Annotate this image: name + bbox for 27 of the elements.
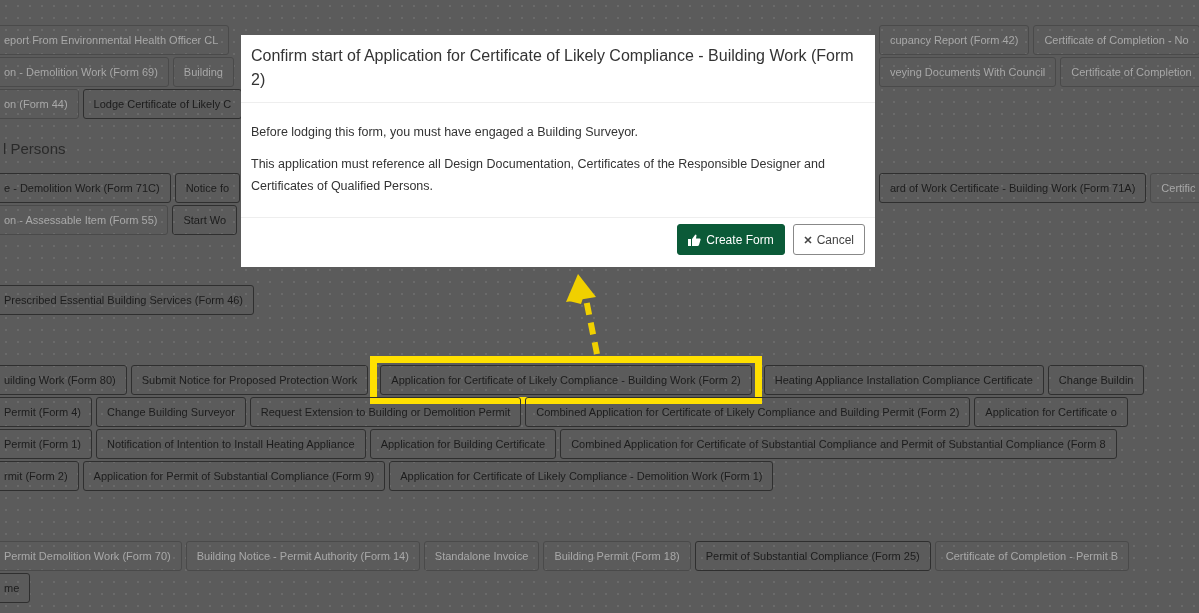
- thumbs-up-icon: [688, 233, 702, 246]
- form-button[interactable]: Permit (Form 1): [0, 429, 92, 459]
- form-button[interactable]: me: [0, 573, 31, 603]
- form-button[interactable]: ard of Work Certificate - Building Work (Form 71A): [879, 173, 1147, 203]
- dialog-text: Before lodging this form, you must have engaged a Building Surveyor.: [251, 124, 640, 141]
- form-button[interactable]: Permit (Form 4): [0, 397, 92, 427]
- form-button[interactable]: Change Buildin: [1047, 365, 1145, 395]
- form-button[interactable]: Start Wo: [172, 205, 238, 235]
- form-button[interactable]: Permit of Substantial Compliance (Form 25): [694, 541, 931, 571]
- form-button[interactable]: rmit (Form 2): [0, 461, 79, 491]
- form-button[interactable]: Submit Notice for Proposed Protection Work: [130, 365, 369, 395]
- form-button[interactable]: Heating Appliance Installation Compliance Certificate: [763, 365, 1044, 395]
- dialog-text: This application must reference all Design Documentation, Certificates of the Responsible Designer and Certificates of Qualified Persons.: [251, 156, 826, 195]
- form-button[interactable]: Change Building Surveyor: [96, 397, 246, 427]
- form-button[interactable]: Prescribed Essential Building Services (Form 46): [0, 285, 255, 315]
- form-button[interactable]: Application for Permit of Substantial Compliance (Form 9): [82, 461, 386, 491]
- form-button[interactable]: uilding Work (Form 80): [0, 365, 127, 395]
- form-button[interactable]: Notice fo: [174, 173, 241, 203]
- form-button[interactable]: Application for Certificate of Likely Compliance - Building Work (Form 2): [380, 365, 752, 395]
- form-button[interactable]: Combined Application for Certificate of Likely Compliance and Building Permit (Form 2): [525, 397, 971, 427]
- form-button[interactable]: Notification of Intention to Install Heating Appliance: [96, 429, 366, 459]
- cancel-button[interactable]: Cancel: [792, 224, 865, 255]
- close-icon: [803, 235, 812, 244]
- dialog-title: Confirm start of Application for Certificate of Likely Compliance - Building Work (Form 2): [241, 35, 875, 103]
- form-button[interactable]: e - Demolition Work (Form 71C): [0, 173, 171, 203]
- form-button[interactable]: Application for Building Certificate: [369, 429, 557, 459]
- create-form-button[interactable]: Create Form: [677, 224, 785, 255]
